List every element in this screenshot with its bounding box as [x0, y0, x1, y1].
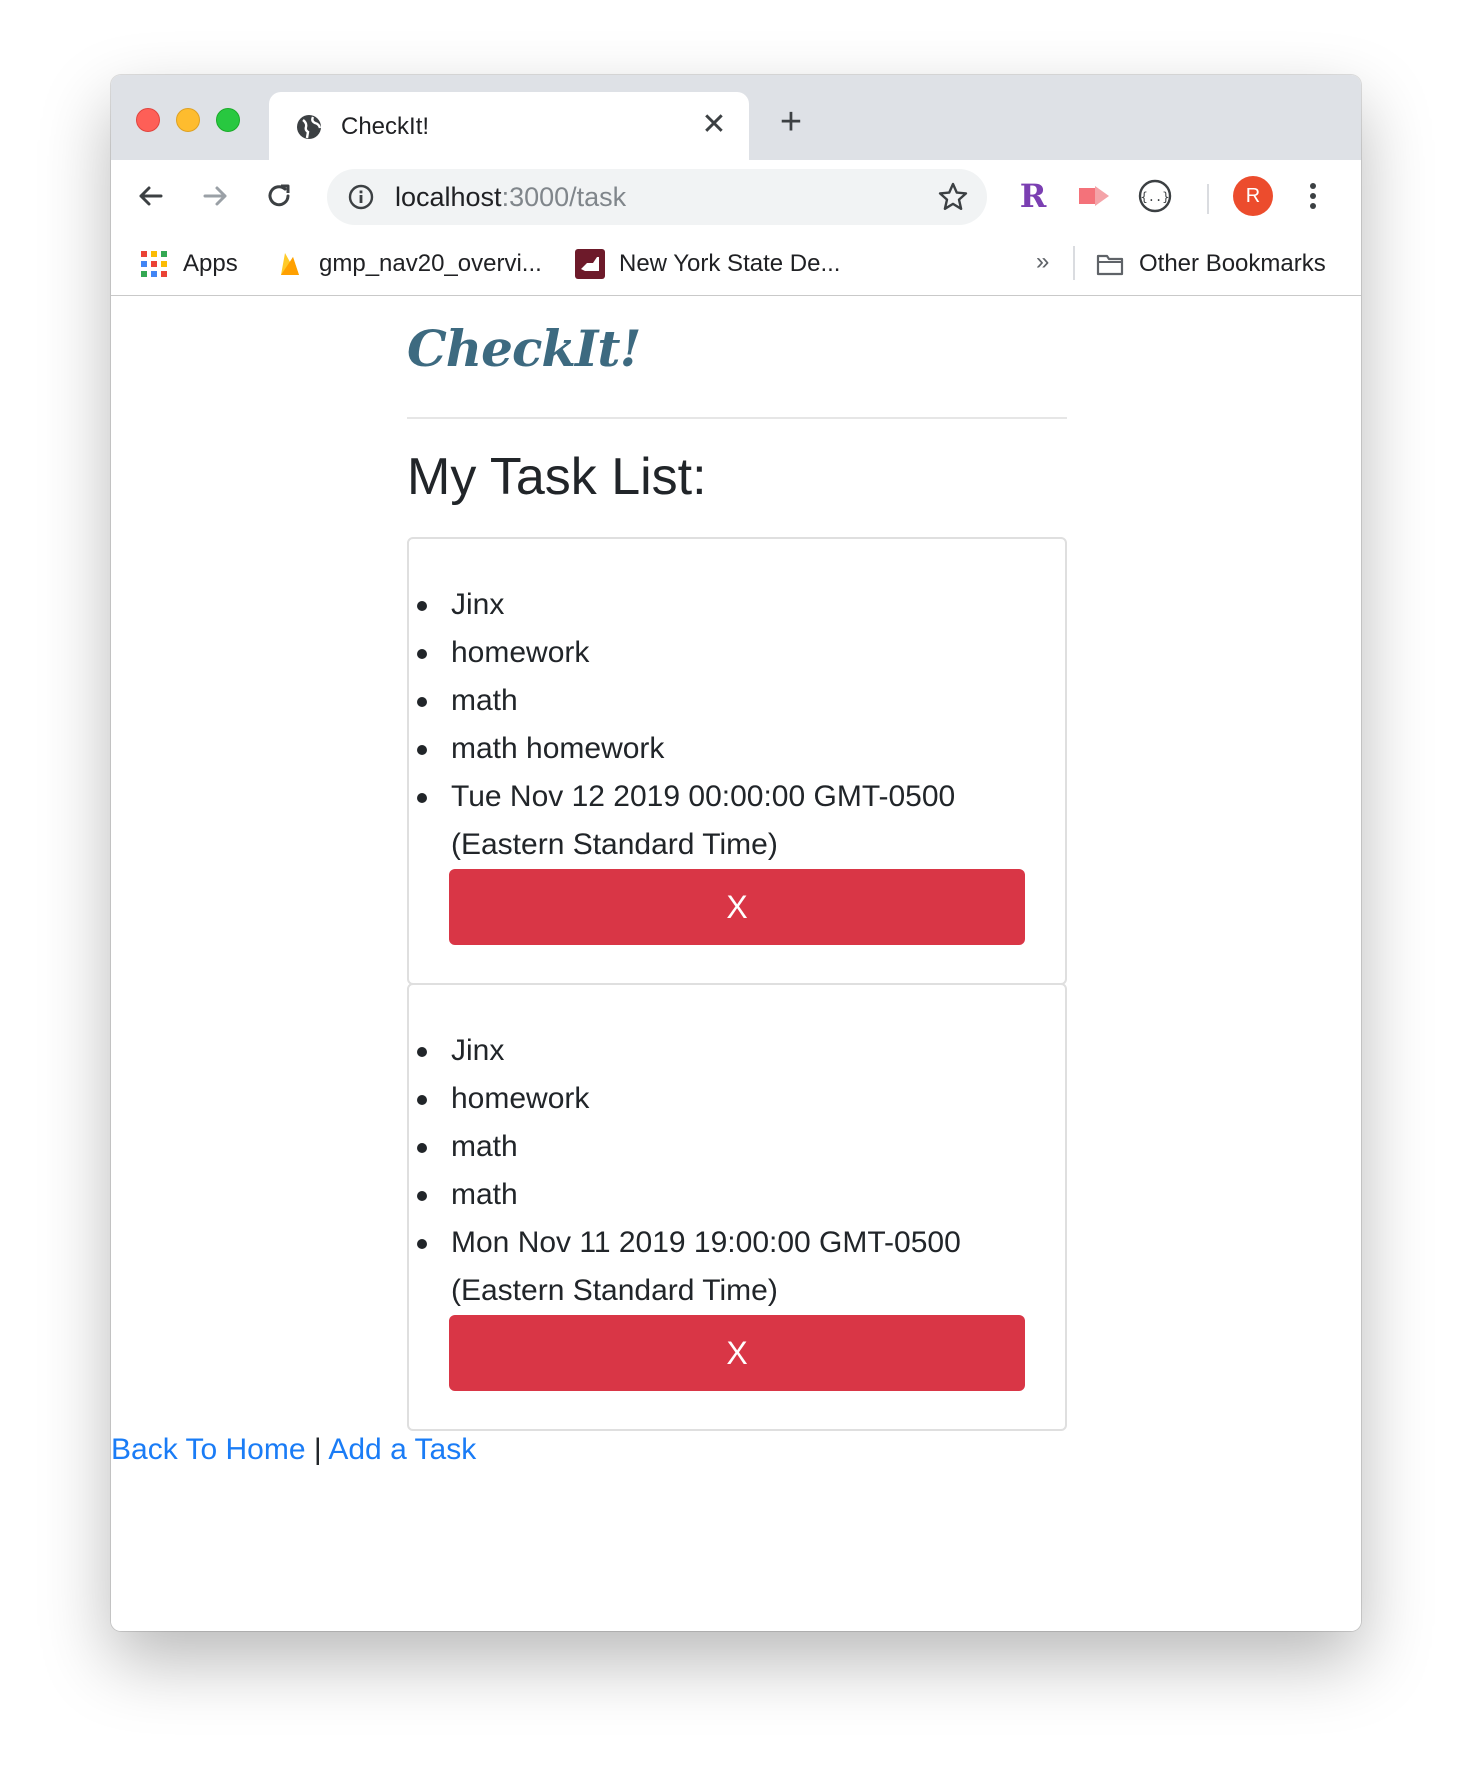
toolbar-divider: [1207, 184, 1209, 214]
folder-icon: [1096, 254, 1124, 276]
maximize-window-button[interactable]: [216, 108, 240, 132]
list-item: math: [409, 1171, 1065, 1219]
list-item: math: [409, 677, 1065, 725]
link-separator: |: [313, 1433, 322, 1466]
minimize-window-button[interactable]: [176, 108, 200, 132]
delete-task-button[interactable]: X: [449, 869, 1025, 945]
bookmark-label: gmp_nav20_overvi...: [319, 250, 542, 277]
svg-text:{..}: {..}: [1141, 190, 1170, 204]
tab-title: CheckIt!: [341, 113, 430, 140]
header-divider: [407, 417, 1067, 419]
info-icon[interactable]: [347, 183, 375, 211]
list-item: homework: [409, 1075, 1065, 1123]
extension-play-icon[interactable]: [1073, 176, 1113, 216]
globe-icon: [297, 115, 322, 139]
forward-button[interactable]: [197, 178, 233, 214]
task-date: Tue Nov 12 2019 00:00:00 GMT-0500 (Easte…: [409, 773, 1029, 869]
profile-avatar[interactable]: R: [1233, 176, 1273, 216]
list-item: homework: [409, 629, 1065, 677]
close-window-button[interactable]: [136, 108, 160, 132]
url-path: :3000/task: [501, 182, 627, 212]
bookmark-nys[interactable]: New York State De...: [575, 246, 840, 282]
bookmark-label: Apps: [183, 250, 238, 277]
back-to-home-link[interactable]: Back To Home: [111, 1433, 306, 1466]
browser-window: CheckIt! ✕ + localhost:3000/task R {..} …: [111, 75, 1361, 1631]
extension-braces-icon[interactable]: {..}: [1135, 176, 1175, 216]
back-arrow-icon: [139, 186, 163, 206]
bookmark-apps[interactable]: Apps: [139, 246, 238, 282]
reload-icon: [268, 184, 290, 207]
browser-toolbar: localhost:3000/task R {..} R: [111, 160, 1361, 232]
list-item: Jinx: [409, 581, 1065, 629]
nys-icon: [575, 249, 605, 279]
tab-strip: CheckIt! ✕ +: [111, 75, 1361, 160]
task-card: Jinx homework math math Mon Nov 11 2019 …: [407, 983, 1067, 1431]
task-date: Mon Nov 11 2019 19:00:00 GMT-0500 (Easte…: [409, 1219, 1029, 1315]
new-tab-button[interactable]: +: [771, 102, 811, 142]
back-button[interactable]: [133, 178, 169, 214]
delete-task-button[interactable]: X: [449, 1315, 1025, 1391]
list-item: math homework: [409, 725, 1065, 773]
list-item: Jinx: [409, 1027, 1065, 1075]
brand-logo: CheckIt!: [407, 319, 641, 378]
bookmark-label: Other Bookmarks: [1139, 250, 1326, 277]
firebase-icon: [281, 253, 299, 275]
more-menu-icon[interactable]: [1301, 176, 1325, 216]
page-content: CheckIt! My Task List: Jinx homework mat…: [111, 297, 1361, 1631]
task-details-list: Jinx homework math math Mon Nov 11 2019 …: [409, 1027, 1065, 1315]
bookmarks-overflow-icon[interactable]: »: [1036, 248, 1049, 276]
bookmark-star-icon[interactable]: [937, 181, 969, 213]
url-host: localhost: [395, 182, 502, 212]
forward-arrow-icon: [203, 186, 227, 206]
apps-grid-icon: [141, 251, 167, 277]
bookmark-other[interactable]: Other Bookmarks: [1095, 246, 1326, 282]
page-title: My Task List:: [407, 448, 707, 506]
reload-button[interactable]: [261, 178, 297, 214]
url-text: localhost:3000/task: [395, 182, 626, 213]
tab-checkit[interactable]: CheckIt! ✕: [269, 92, 749, 160]
bookmarks-bar: Apps gmp_nav20_overvi... New York State …: [111, 232, 1361, 296]
bookmark-label: New York State De...: [619, 250, 841, 277]
extension-r-icon[interactable]: R: [1013, 176, 1053, 216]
add-task-link[interactable]: Add a Task: [328, 1433, 476, 1466]
task-card: Jinx homework math math homework Tue Nov…: [407, 537, 1067, 985]
bookmark-gmp[interactable]: gmp_nav20_overvi...: [275, 246, 542, 282]
list-item: math: [409, 1123, 1065, 1171]
close-tab-icon[interactable]: ✕: [697, 108, 731, 142]
address-bar[interactable]: localhost:3000/task: [327, 169, 987, 225]
footer-links: Back To Home | Add a Task: [111, 1433, 476, 1467]
task-details-list: Jinx homework math math homework Tue Nov…: [409, 581, 1065, 869]
bookmarks-divider: [1073, 246, 1075, 280]
